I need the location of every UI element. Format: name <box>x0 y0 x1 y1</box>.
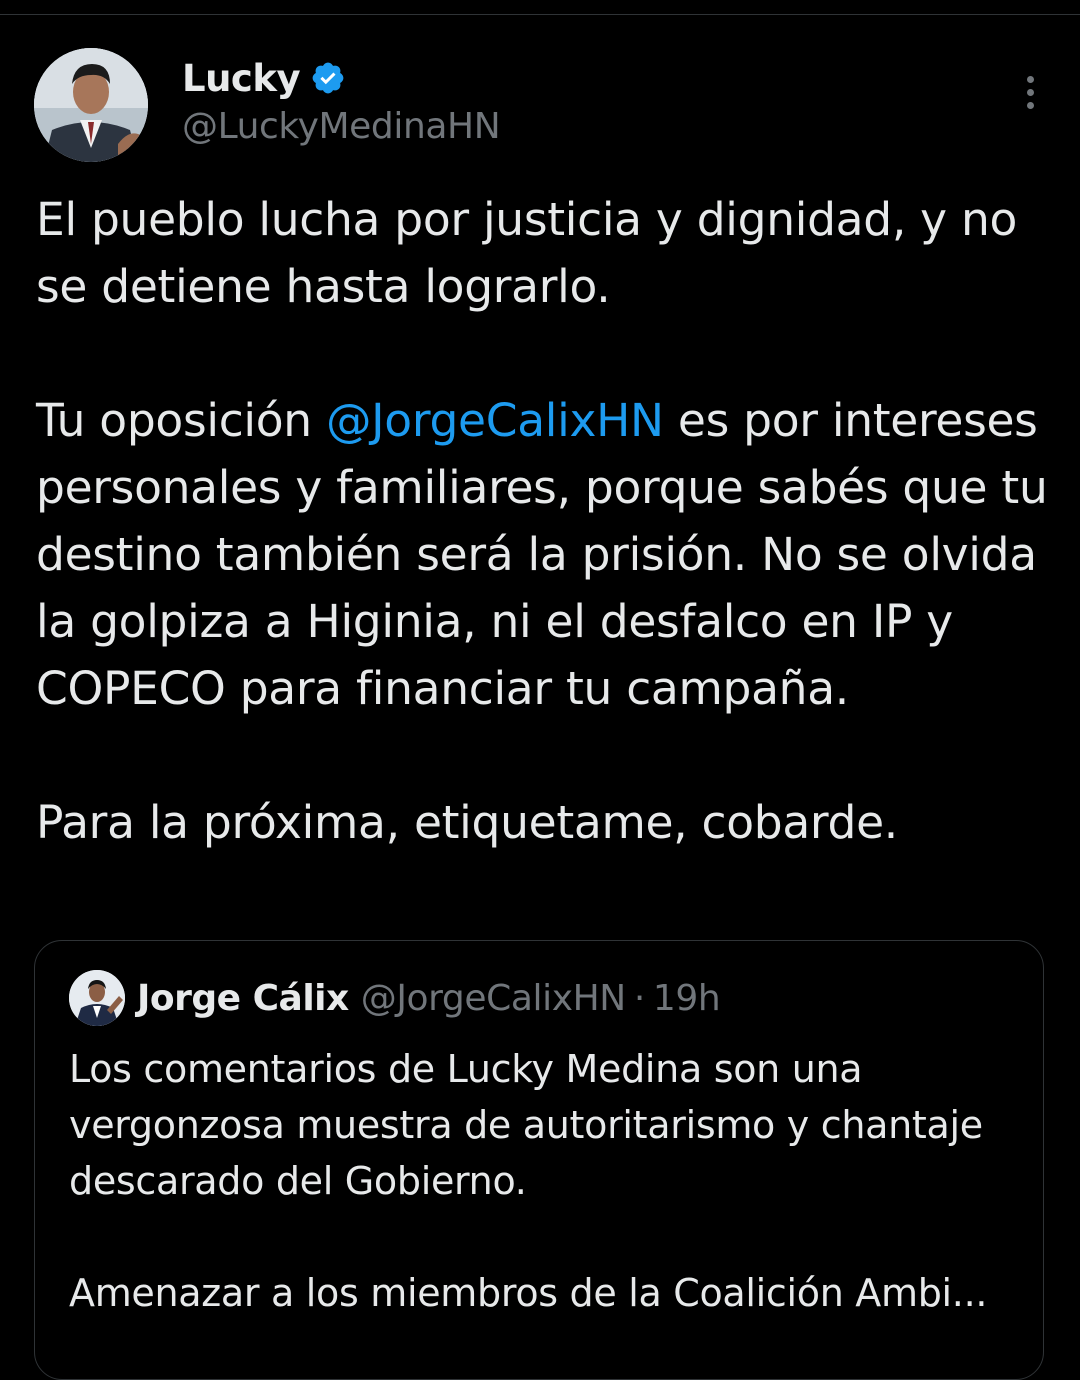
tweet-text: El pueblo lucha por justicia y dignidad,… <box>36 186 1056 856</box>
mention-link[interactable]: @JorgeCalixHN <box>326 394 664 447</box>
tweet-paragraph: El pueblo lucha por justicia y dignidad,… <box>36 193 1018 313</box>
tweet-header: Lucky @LuckyMedinaHN <box>34 48 1046 164</box>
verified-badge-icon[interactable] <box>310 60 346 96</box>
tweet-paragraph: Para la próxima, etiquetame, cobarde. <box>36 796 898 849</box>
author-avatar[interactable] <box>34 48 148 162</box>
quoted-tweet[interactable]: Jorge Cálix @JorgeCalixHN · 19h Los come… <box>34 940 1044 1380</box>
tweet: Lucky @LuckyMedinaHN El pueblo lucha por… <box>0 0 1080 1380</box>
author-handle[interactable]: @LuckyMedinaHN <box>182 106 501 147</box>
quoted-author-avatar <box>69 970 125 1026</box>
quoted-tweet-header: Jorge Cálix @JorgeCalixHN · 19h <box>69 969 721 1027</box>
separator-dot: · <box>633 977 645 1019</box>
more-options-icon[interactable] <box>1022 76 1038 116</box>
author-name-row: Lucky <box>182 54 346 102</box>
quoted-author-handle: @JorgeCalixHN <box>360 977 627 1019</box>
quoted-tweet-text: Los comentarios de Lucky Medina son una … <box>69 1041 1029 1321</box>
quoted-paragraph: Amenazar a los miembros de la Coalición … <box>69 1271 988 1315</box>
tweet-text-segment: Tu oposición <box>36 394 326 447</box>
author-display-name[interactable]: Lucky <box>182 57 301 100</box>
quoted-author-name: Jorge Cálix <box>137 977 349 1019</box>
quoted-timestamp: 19h <box>652 977 721 1019</box>
quoted-paragraph: Los comentarios de Lucky Medina son una … <box>69 1047 983 1203</box>
tweet-paragraph: Tu oposición @JorgeCalixHN es por intere… <box>36 387 1056 722</box>
